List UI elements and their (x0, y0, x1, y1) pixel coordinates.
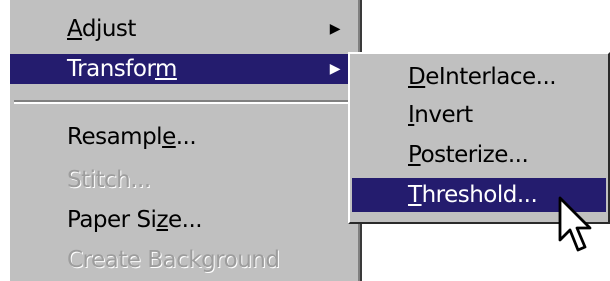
menu-item-stitch: Stitch... (10, 165, 358, 195)
menu-item-create-background: Create Background (10, 245, 358, 275)
arrow-pointer-icon (558, 196, 592, 252)
submenu-item-posterize-label: Posterize... (408, 142, 529, 168)
submenu-arrow-icon: ▶ (329, 21, 341, 37)
screenshot-stage: Adjust ▶ Transform ▶ Resample... Stitch.… (0, 0, 610, 281)
submenu-item-posterize[interactable]: Posterize... (352, 138, 606, 172)
submenu-item-threshold-label: Threshold... (408, 182, 538, 208)
submenu-arrow-icon: ▶ (329, 61, 341, 77)
submenu-item-deinterlace[interactable]: DeInterlace... (352, 60, 606, 94)
menu-item-transform[interactable]: Transform ▶ (10, 54, 358, 84)
menu-item-resample-label: Resample... (67, 124, 197, 150)
submenu-item-invert[interactable]: Invert (352, 98, 606, 132)
submenu-item-deinterlace-label: DeInterlace... (408, 64, 557, 90)
menu-item-resample[interactable]: Resample... (10, 122, 358, 152)
menu-item-adjust[interactable]: Adjust ▶ (10, 14, 358, 44)
menu-item-adjust-label: Adjust (67, 16, 136, 42)
menu-item-paper-size-label: Paper Size... (67, 207, 203, 233)
menu-item-paper-size[interactable]: Paper Size... (10, 205, 358, 235)
menu-item-stitch-label: Stitch... (67, 167, 151, 193)
menu-item-create-background-label: Create Background (67, 247, 280, 273)
menu-item-transform-label: Transform (67, 56, 177, 82)
context-menu: Adjust ▶ Transform ▶ Resample... Stitch.… (10, 0, 362, 281)
menu-separator (14, 100, 356, 104)
submenu-item-invert-label: Invert (408, 102, 473, 128)
